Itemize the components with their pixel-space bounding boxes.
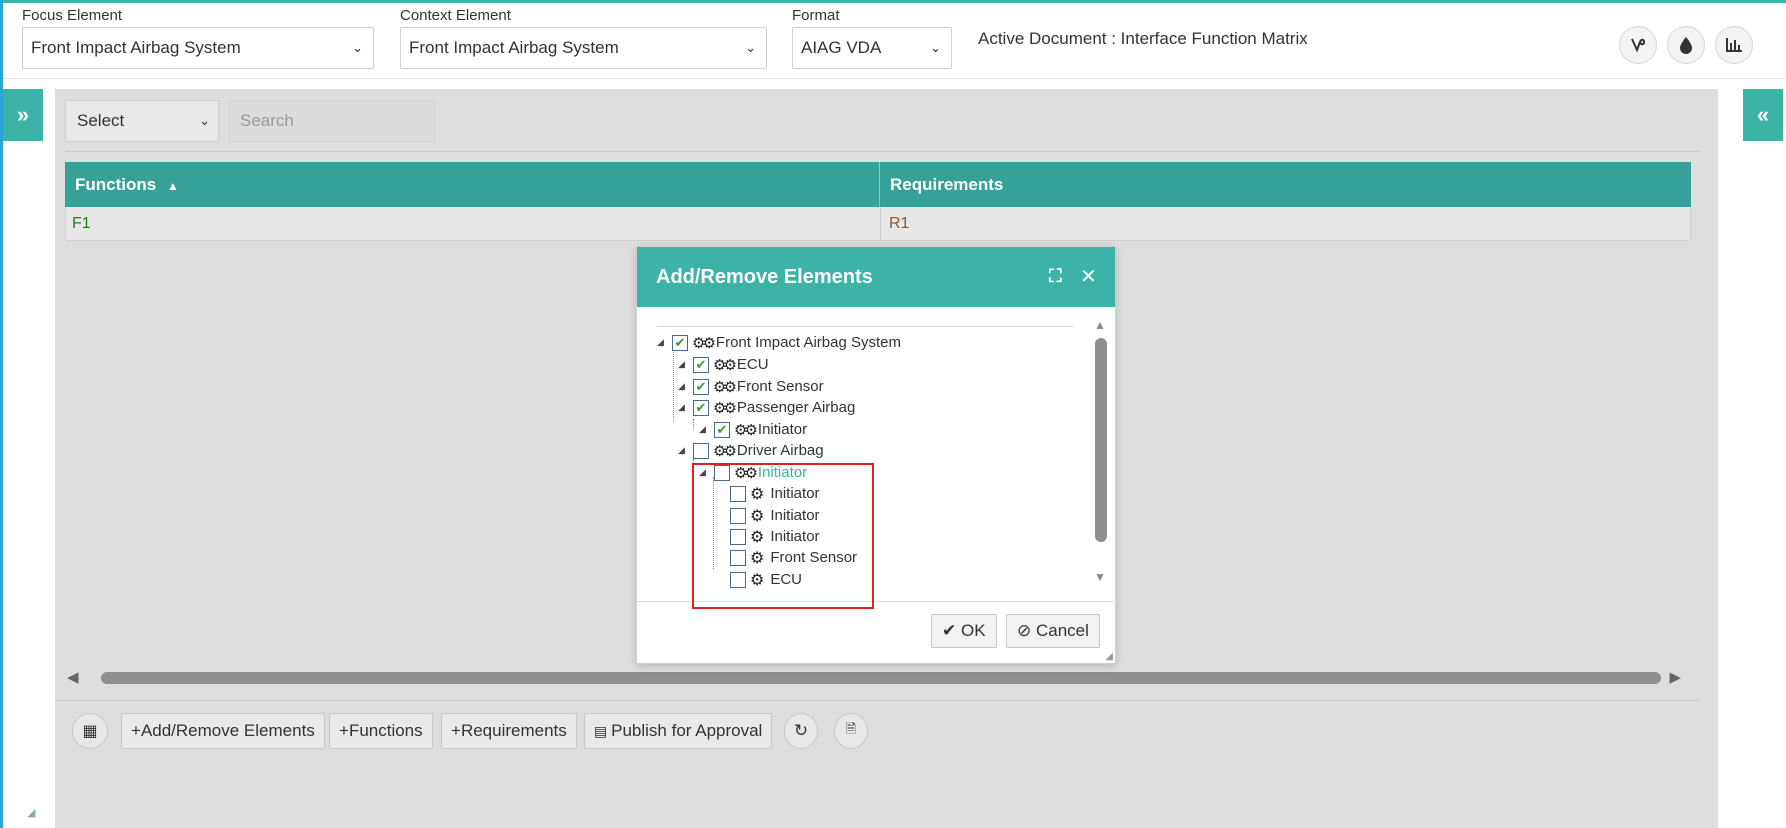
table-row[interactable]: F1 R1 [65,207,1691,241]
context-element-value: Front Impact Airbag System [409,38,619,57]
horizontal-scrollbar[interactable]: ◀ ▶ [65,664,1691,692]
vine-icon[interactable] [1619,26,1657,64]
refresh-icon: ↻ [793,721,809,740]
ok-button[interactable]: ✔ OK [931,614,997,648]
collapse-icon[interactable]: ◢ [699,424,711,435]
highlight-box [692,463,874,609]
gears-icon: ⚙⚙ [713,399,737,417]
context-element-label: Context Element [400,7,511,24]
tree-checkbox[interactable]: ✔ [693,378,709,395]
focus-element-select[interactable]: Front Impact Airbag System ⌄ [22,27,374,69]
tree-node[interactable]: ◢ ✔ ⚙⚙ Front Impact Airbag System [657,332,901,353]
function-matrix-table: Functions ▲︎ Requirements F1 R1 [65,162,1691,241]
function-cell[interactable]: F1 [66,207,881,240]
collapse-icon[interactable]: ◢ [678,381,690,392]
divider [657,326,1073,327]
add-functions-button[interactable]: +Functions [329,713,433,749]
document-icon: ▤ [594,723,612,739]
plus-icon: + [131,721,141,740]
vertical-scrollbar[interactable]: ▲ ▼ [1094,318,1108,586]
resize-handle-icon[interactable]: ◢ [27,806,35,819]
collapse-icon[interactable]: ◢ [657,337,669,348]
tree-node[interactable]: ◢ ✔ ⚙⚙ ECU [678,354,769,375]
scrollbar-thumb[interactable] [1095,338,1107,542]
grid-icon: ▦ [82,723,98,740]
divider [65,151,1700,152]
scroll-left-icon[interactable]: ◀ [67,668,79,686]
tree-checkbox[interactable]: ✔ [672,334,688,351]
table-header: Functions ▲︎ Requirements [65,162,1691,207]
double-chevron-left-icon: « [1756,102,1770,127]
check-icon: ✔ [942,621,961,640]
format-select[interactable]: AIAG VDA ⌄ [792,27,952,69]
tree-checkbox[interactable]: ✔ [693,399,709,416]
gears-icon: ⚙⚙ [734,421,758,439]
plus-icon: + [339,721,349,740]
divider [55,700,1700,701]
header-bar: Focus Element Front Impact Airbag System… [3,3,1786,79]
refresh-button[interactable]: ↻ [784,713,818,749]
filter-select[interactable]: Select ⌄ [65,100,219,142]
format-label: Format [792,7,840,24]
droplet-icon[interactable] [1667,26,1705,64]
maximize-icon[interactable]: ⛶ [1049,266,1062,287]
tree-checkbox[interactable]: ✔ [714,421,730,438]
search-input[interactable]: Search [229,100,435,142]
file-icon: 🗎︎ [845,721,857,736]
column-header-functions[interactable]: Functions ▲︎ [65,162,880,207]
tree-node[interactable]: ◢ ✔ ⚙⚙ Passenger Airbag [678,397,855,418]
focus-element-value: Front Impact Airbag System [31,38,241,57]
sort-icon: ▲︎ [166,179,179,193]
filter-select-value: Select [77,111,125,130]
tree-checkbox[interactable]: ✔ [693,356,709,373]
cancel-button[interactable]: ⊘ Cancel [1006,614,1100,648]
add-remove-elements-button[interactable]: +Add/Remove Elements [121,713,325,749]
tree-connector [693,419,694,429]
chart-icon[interactable] [1715,26,1753,64]
collapse-icon[interactable]: ◢ [678,402,690,413]
requirement-cell[interactable]: R1 [881,207,1690,240]
dialog-footer: ✔ OK ⊘ Cancel ◢ [637,601,1117,665]
collapse-icon[interactable]: ◢ [678,359,690,370]
dialog-title-bar: Add/Remove Elements ⛶ ✕ [637,247,1115,307]
expand-left-panel-button[interactable]: » [3,89,43,141]
chevron-down-icon: ⌄ [745,40,756,55]
export-button[interactable]: 🗎︎ [834,713,868,749]
chevron-down-icon: ⌄ [352,40,363,55]
tree-connector [673,341,674,421]
resize-handle-icon[interactable]: ◢ [1105,651,1113,662]
tree-node[interactable]: ◢ ✔ ⚙⚙ Initiator [699,419,807,440]
gears-icon: ⚙⚙ [713,356,737,374]
publish-for-approval-button[interactable]: ▤ Publish for Approval [584,713,773,749]
context-element-select[interactable]: Front Impact Airbag System ⌄ [400,27,767,69]
scroll-down-icon[interactable]: ▼ [1094,570,1106,584]
grid-menu-button[interactable]: ▦ [72,713,108,749]
active-document-title: Active Document : Interface Function Mat… [978,29,1308,48]
gears-icon: ⚙⚙ [713,442,737,460]
column-header-requirements[interactable]: Requirements [880,162,1691,207]
scrollbar-thumb[interactable] [101,672,1661,684]
focus-element-label: Focus Element [22,7,123,24]
scroll-up-icon[interactable]: ▲ [1094,318,1106,332]
expand-right-panel-button[interactable]: « [1743,89,1783,141]
gears-icon: ⚙⚙ [692,334,716,352]
format-value: AIAG VDA [801,38,882,57]
ban-icon: ⊘ [1017,621,1036,640]
tree-node[interactable]: ◢ ⚙⚙ Driver Airbag [678,440,824,461]
chevron-down-icon: ⌄ [930,40,941,55]
add-requirements-button[interactable]: +Requirements [441,713,577,749]
collapse-icon[interactable]: ◢ [678,445,690,456]
double-chevron-right-icon: » [16,102,30,127]
plus-icon: + [451,721,461,740]
chevron-down-icon: ⌄ [199,113,210,128]
dialog-title: Add/Remove Elements [656,266,873,288]
tree-node[interactable]: ◢ ✔ ⚙⚙ Front Sensor [678,376,824,397]
scroll-right-icon[interactable]: ▶ [1669,668,1681,686]
gears-icon: ⚙⚙ [713,378,737,396]
tree-checkbox[interactable] [693,442,709,459]
close-icon[interactable]: ✕ [1080,264,1097,289]
